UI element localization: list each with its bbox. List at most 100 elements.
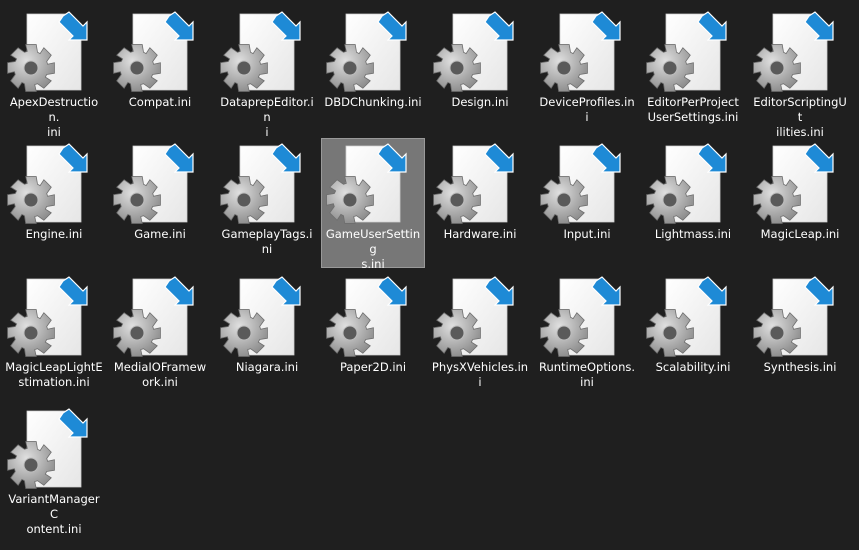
ini-settings-file-icon bbox=[433, 11, 514, 92]
ini-settings-file-icon bbox=[326, 11, 407, 92]
ini-settings-file-icon bbox=[113, 143, 194, 224]
ini-settings-file-icon bbox=[540, 276, 621, 357]
file-name-label: DataprepEditor.in i bbox=[220, 95, 314, 139]
file-name-label: GameplayTags.ini bbox=[221, 227, 313, 256]
file-item[interactable]: Synthesis.ini bbox=[748, 271, 852, 401]
file-name-label: GameUserSetting s.ini bbox=[325, 227, 421, 271]
gear-icon bbox=[113, 176, 161, 224]
gear-icon bbox=[326, 44, 374, 92]
file-item[interactable]: EditorPerProject UserSettings.ini bbox=[641, 6, 745, 136]
file-name-label: EditorScriptingUt ilities.ini bbox=[753, 95, 847, 139]
file-item[interactable]: Input.ini bbox=[535, 138, 639, 268]
ini-settings-file-icon bbox=[646, 11, 727, 92]
file-name-label: Hardware.ini bbox=[443, 227, 517, 241]
ini-settings-file-icon bbox=[220, 143, 301, 224]
file-item[interactable]: EditorScriptingUt ilities.ini bbox=[748, 6, 852, 139]
gear-icon bbox=[220, 176, 268, 224]
file-name-label: Game.ini bbox=[134, 227, 186, 241]
file-name-label: DBDChunking.ini bbox=[324, 95, 422, 109]
file-item[interactable]: Paper2D.ini bbox=[321, 271, 425, 401]
gear-icon bbox=[113, 309, 161, 357]
ini-settings-file-icon bbox=[326, 276, 407, 357]
file-item[interactable]: DeviceProfiles.ini bbox=[535, 6, 639, 136]
gear-icon bbox=[326, 176, 374, 224]
file-name-label: RuntimeOptions. ini bbox=[538, 360, 636, 389]
ini-settings-file-icon bbox=[7, 11, 88, 92]
file-name-label: Engine.ini bbox=[25, 227, 83, 241]
file-name-label: Paper2D.ini bbox=[339, 360, 407, 374]
ini-settings-file-icon bbox=[433, 143, 514, 224]
file-name-label: Design.ini bbox=[451, 95, 509, 109]
file-name-label: EditorPerProject UserSettings.ini bbox=[647, 95, 739, 124]
ini-settings-file-icon bbox=[113, 11, 194, 92]
gear-icon bbox=[646, 176, 694, 224]
ini-settings-file-icon bbox=[220, 11, 301, 92]
file-item[interactable]: Design.ini bbox=[428, 6, 532, 136]
file-item[interactable]: Scalability.ini bbox=[641, 271, 745, 401]
ini-settings-file-icon bbox=[326, 143, 407, 224]
file-name-label: MagicLeapLightE stimation.ini bbox=[5, 360, 103, 389]
ini-settings-file-icon bbox=[7, 408, 88, 489]
file-item[interactable]: MagicLeap.ini bbox=[748, 138, 852, 268]
file-item[interactable]: ApexDestruction. ini bbox=[2, 6, 106, 139]
gear-icon bbox=[433, 44, 481, 92]
file-name-label: Lightmass.ini bbox=[654, 227, 732, 241]
file-icon-grid: ApexDestruction. ini Compat.ini DataprepEd… bbox=[0, 0, 859, 550]
file-item[interactable]: MagicLeapLightE stimation.ini bbox=[2, 271, 106, 401]
file-name-label: MediaIOFramew ork.ini bbox=[113, 360, 207, 389]
ini-settings-file-icon bbox=[753, 11, 834, 92]
file-item[interactable]: RuntimeOptions. ini bbox=[535, 271, 639, 401]
gear-icon bbox=[433, 309, 481, 357]
gear-icon bbox=[326, 309, 374, 357]
file-item[interactable]: Engine.ini bbox=[2, 138, 106, 268]
file-item[interactable]: Lightmass.ini bbox=[641, 138, 745, 268]
file-item[interactable]: MediaIOFramew ork.ini bbox=[108, 271, 212, 401]
file-item[interactable]: GameplayTags.ini bbox=[215, 138, 319, 268]
file-item[interactable]: DBDChunking.ini bbox=[321, 6, 425, 136]
gear-icon bbox=[220, 309, 268, 357]
file-name-label: MagicLeap.ini bbox=[760, 227, 840, 241]
file-name-label: Input.ini bbox=[563, 227, 611, 241]
ini-settings-file-icon bbox=[540, 11, 621, 92]
ini-settings-file-icon bbox=[646, 143, 727, 224]
gear-icon bbox=[113, 44, 161, 92]
file-name-label: ApexDestruction. ini bbox=[9, 95, 99, 139]
gear-icon bbox=[7, 309, 55, 357]
gear-icon bbox=[540, 309, 588, 357]
gear-icon bbox=[220, 44, 268, 92]
gear-icon bbox=[540, 44, 588, 92]
ini-settings-file-icon bbox=[753, 143, 834, 224]
ini-settings-file-icon bbox=[540, 143, 621, 224]
gear-icon bbox=[753, 309, 801, 357]
ini-settings-file-icon bbox=[7, 143, 88, 224]
gear-icon bbox=[753, 44, 801, 92]
file-item[interactable]: Compat.ini bbox=[108, 6, 212, 136]
file-name-label: VariantManagerC ontent.ini bbox=[8, 492, 100, 536]
ini-settings-file-icon bbox=[113, 276, 194, 357]
ini-settings-file-icon bbox=[646, 276, 727, 357]
gear-icon bbox=[7, 176, 55, 224]
gear-icon bbox=[540, 176, 588, 224]
gear-icon bbox=[433, 176, 481, 224]
file-name-label: PhysXVehicles.ini bbox=[431, 360, 529, 389]
ini-settings-file-icon bbox=[220, 276, 301, 357]
file-item[interactable]: Hardware.ini bbox=[428, 138, 532, 268]
file-item[interactable]: Game.ini bbox=[108, 138, 212, 268]
file-name-label: DeviceProfiles.ini bbox=[539, 95, 635, 124]
file-name-label: Compat.ini bbox=[128, 95, 192, 109]
file-name-label: Scalability.ini bbox=[655, 360, 731, 374]
file-item[interactable]: VariantManagerC ontent.ini bbox=[2, 403, 106, 536]
ini-settings-file-icon bbox=[7, 276, 88, 357]
file-item[interactable]: GameUserSetting s.ini bbox=[321, 138, 425, 271]
file-item[interactable]: PhysXVehicles.ini bbox=[428, 271, 532, 401]
gear-icon bbox=[753, 176, 801, 224]
gear-icon bbox=[7, 441, 55, 489]
gear-icon bbox=[646, 309, 694, 357]
file-item[interactable]: Niagara.ini bbox=[215, 271, 319, 401]
ini-settings-file-icon bbox=[753, 276, 834, 357]
ini-settings-file-icon bbox=[433, 276, 514, 357]
file-item[interactable]: DataprepEditor.in i bbox=[215, 6, 319, 139]
file-name-label: Synthesis.ini bbox=[763, 360, 837, 374]
file-name-label: Niagara.ini bbox=[235, 360, 299, 374]
gear-icon bbox=[7, 44, 55, 92]
